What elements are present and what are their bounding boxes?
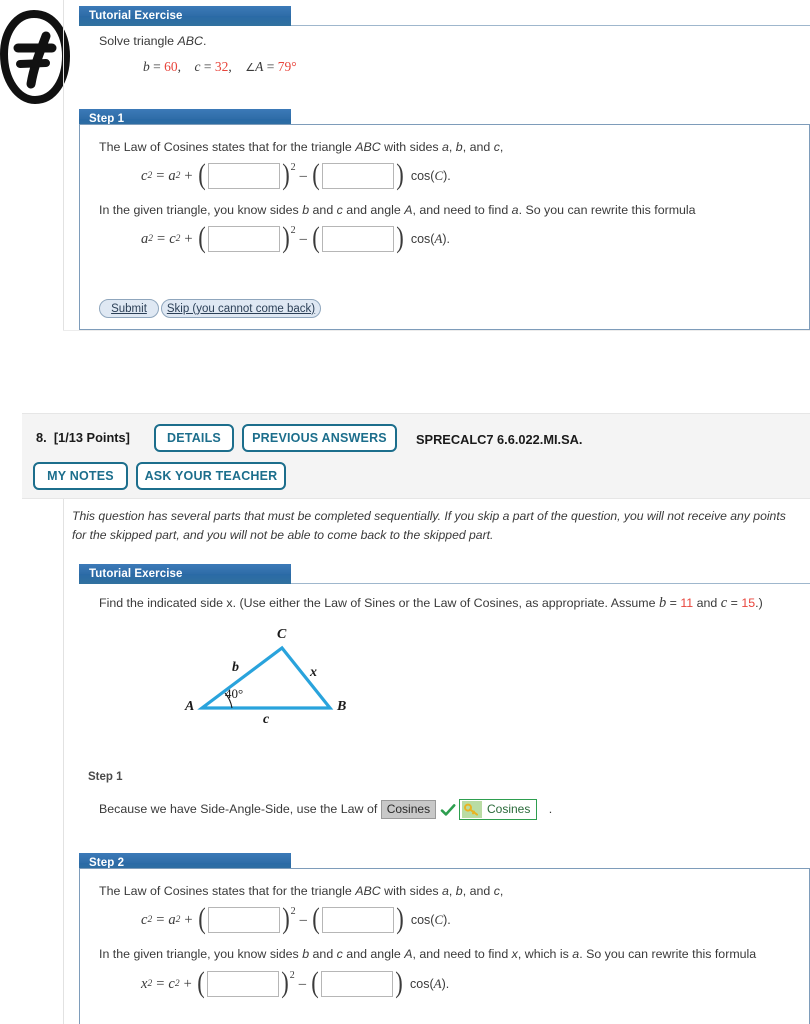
answer-input-4a[interactable] [206, 971, 279, 997]
prompt-post: .) [755, 596, 763, 610]
triangle-vertex-label-b: B [337, 699, 347, 714]
correct-answer-key-box: Cosines [458, 799, 538, 820]
triangle-side-label-c: c [263, 712, 270, 727]
handwritten-annotation-seven [0, 10, 71, 105]
question-number: 8. [36, 430, 47, 445]
triangle-angle-label: 40° [225, 686, 244, 701]
skip-button-top[interactable]: Skip (you cannot come back) [161, 299, 321, 318]
step1-text-pre: Because we have Side-Angle-Side, use the… [99, 801, 381, 816]
formula-tail: cos(C). [410, 168, 451, 183]
page-root: Tutorial Exercise Solve triangle ABC. b … [0, 0, 810, 1024]
exercise-prompt-bottom: Find the indicated side x. (Use either t… [99, 595, 763, 611]
sequential-note-line2: for the skipped part, and you will not b… [72, 528, 494, 542]
given-value-c: 32 [214, 59, 229, 74]
formula-rewritten-bottom: x2 = c2 + ( ) 2 – ( ) cos(A). [141, 966, 450, 999]
step1-header-label-bottom: Step 1 [88, 771, 123, 783]
answer-input-2b[interactable] [321, 226, 394, 252]
formula-tail: cos(A). [410, 231, 451, 246]
answer-input-3a[interactable] [207, 907, 280, 933]
given-value-b: 60 [164, 59, 178, 74]
submit-button-label: Submit [111, 302, 147, 315]
content-column-rule-top [63, 0, 64, 330]
ask-your-teacher-button-label: ASK YOUR TEACHER [144, 469, 278, 483]
my-notes-button-label: MY NOTES [47, 469, 114, 483]
prompt-mid: and [693, 596, 721, 610]
formula-tail: cos(C). [410, 912, 451, 927]
prompt-pre: Find the indicated side x. (Use either t… [99, 596, 659, 610]
step2-line1-bottom: The Law of Cosines states that for the t… [99, 884, 504, 898]
formula-law-of-cosines-bottom: c2 = a2 + ( ) 2 – ( ) cos(C). [141, 902, 451, 935]
submit-button-top[interactable]: Submit [99, 299, 159, 318]
section-header-tutorial-exercise-bottom: Tutorial Exercise [79, 564, 291, 584]
correct-answer-label: Cosines [486, 801, 531, 816]
prompt-symbol-c: c [720, 595, 728, 611]
section-header-rule-top [291, 25, 810, 26]
ask-your-teacher-button[interactable]: ASK YOUR TEACHER [136, 462, 286, 490]
section-header-tutorial-exercise-top: Tutorial Exercise [79, 6, 291, 26]
section-header-label: Tutorial Exercise [89, 10, 183, 22]
formula-rewritten-top: a2 = c2 + ( ) 2 – ( ) cos(A). [141, 221, 451, 254]
triangle-vertex-label-a: A [185, 699, 195, 714]
details-button[interactable]: DETAILS [154, 424, 234, 452]
step1-header-bottom: Step 1 [88, 769, 123, 786]
answer-input-2a[interactable] [207, 226, 280, 252]
exercise-prompt-top: Solve triangle ABC. [99, 34, 207, 48]
previous-answers-button[interactable]: PREVIOUS ANSWERS [242, 424, 397, 452]
triangle-figure: A B C b x c 40° [170, 620, 370, 735]
content-column-rule-bottom [63, 499, 64, 1024]
panel-bottom-edge-top [63, 330, 810, 331]
skip-button-label: Skip (you cannot come back) [166, 302, 316, 315]
my-notes-button[interactable]: MY NOTES [33, 462, 128, 490]
answer-input-3b[interactable] [321, 907, 394, 933]
step1-text-post: . [548, 801, 553, 816]
question-code: SPRECALC7 6.6.022.MI.SA. [416, 432, 583, 447]
key-icon [461, 801, 482, 818]
question-number-and-points: 8. [1/13 Points] [36, 430, 130, 445]
answer-input-1b[interactable] [321, 163, 394, 189]
answer-input-1a[interactable] [207, 163, 280, 189]
step1-line1-top: The Law of Cosines states that for the t… [99, 140, 504, 154]
prompt-symbol-b: b [658, 595, 667, 611]
section-header-rule-bottom [291, 583, 810, 584]
triangle-side-label-x: x [310, 665, 317, 680]
question-points: [1/13 Points] [53, 430, 130, 445]
details-button-label: DETAILS [167, 431, 221, 445]
triangle-vertex-label-c: C [277, 627, 287, 642]
prompt-value-c: 15 [741, 596, 756, 610]
step1-answer-row-bottom: Because we have Side-Angle-Side, use the… [99, 799, 552, 820]
triangle-svg [197, 645, 334, 710]
given-value-angle-a: 79° [277, 59, 297, 74]
checkmark-icon [440, 803, 456, 816]
answer-input-4b[interactable] [321, 971, 393, 997]
formula-tail: cos(A). [410, 976, 450, 991]
section-header-label: Tutorial Exercise [89, 568, 183, 580]
triangle-side-label-b: b [232, 660, 239, 675]
given-values-top: b = 60, c = 32, ∠A = 79° [143, 59, 297, 74]
prompt-value-b: 11 [680, 596, 694, 610]
student-answer-box[interactable]: Cosines [380, 800, 437, 819]
step2-line2-bottom: In the given triangle, you know sides b … [99, 947, 757, 961]
step1-line2-top: In the given triangle, you know sides b … [99, 203, 696, 217]
formula-law-of-cosines-top: c2 = a2 + ( ) 2 – ( ) cos(C). [141, 158, 451, 191]
previous-answers-button-label: PREVIOUS ANSWERS [252, 431, 387, 445]
